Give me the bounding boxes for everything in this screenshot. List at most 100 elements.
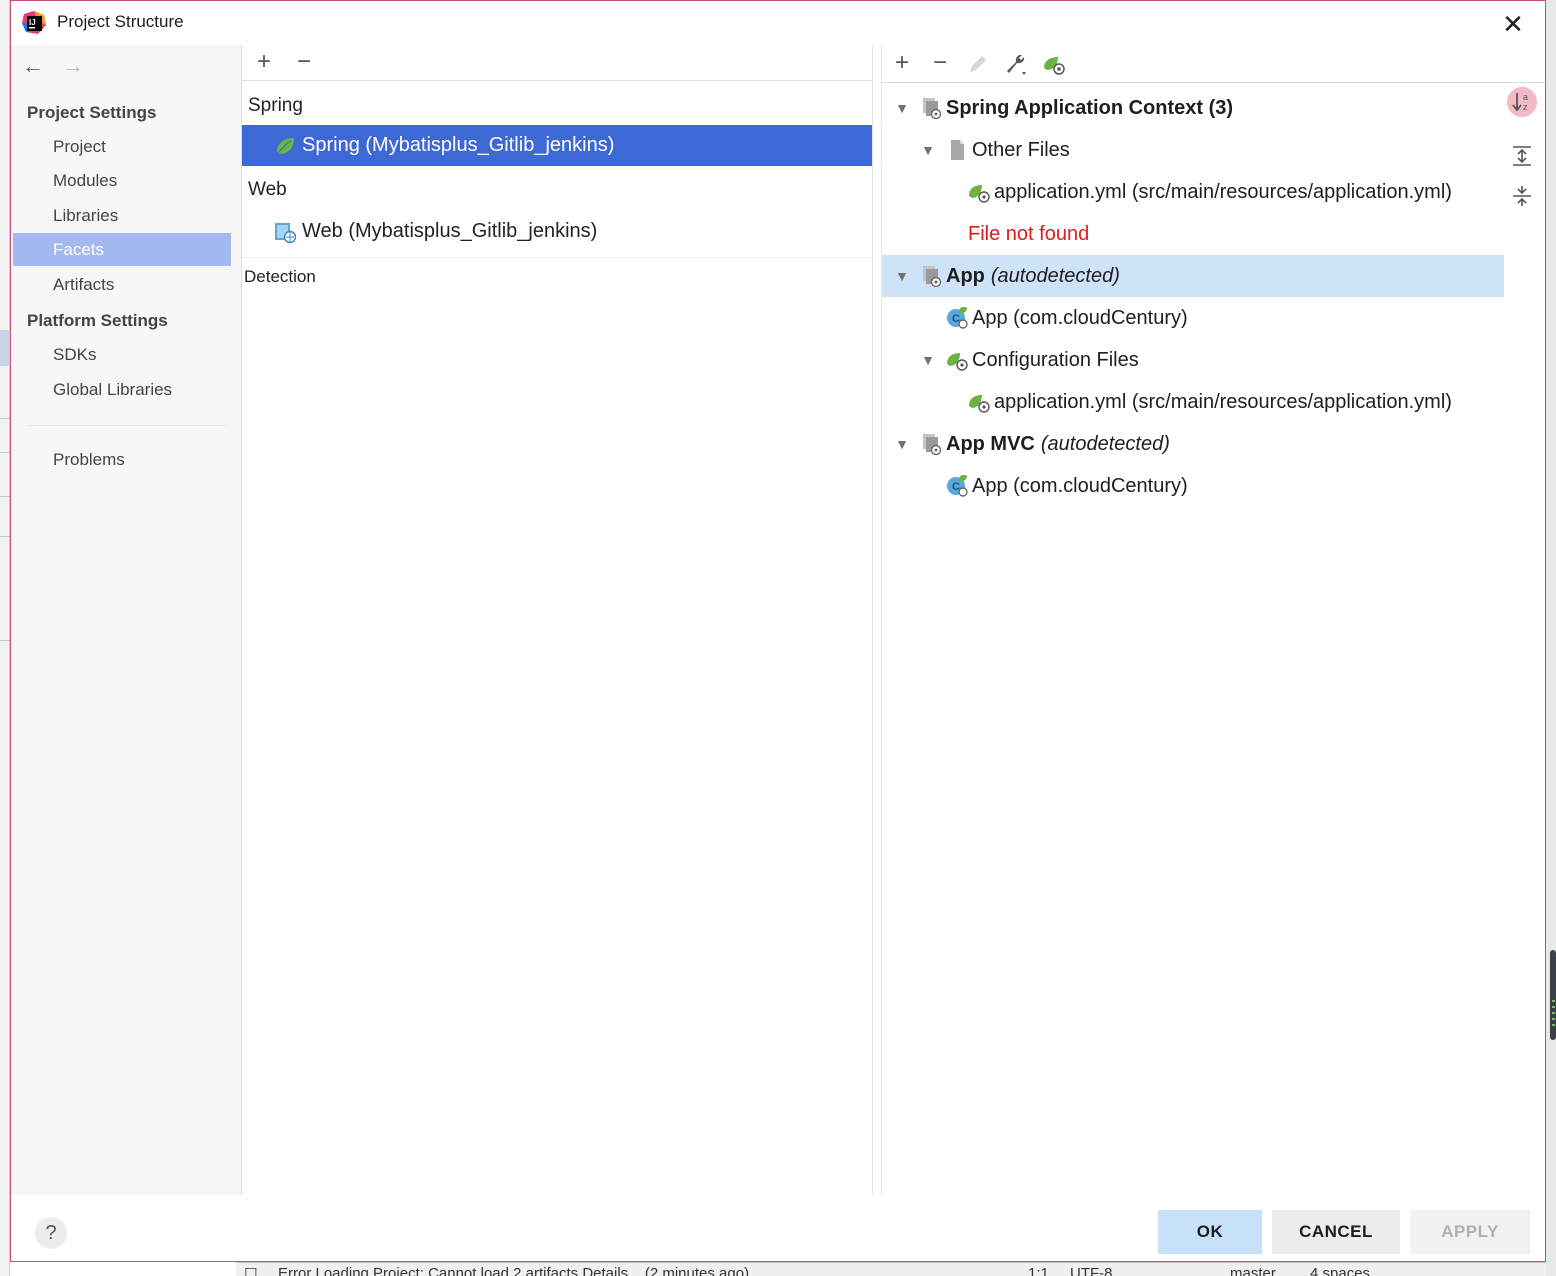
- context-tree-label: application.yml (src/main/resources/appl…: [994, 180, 1452, 203]
- platform-settings-heading: Platform Settings: [27, 311, 168, 330]
- background-scroll-edge: [1546, 0, 1556, 1276]
- context-tree-label: Other Files: [972, 138, 1070, 161]
- background-scroll-thumb: [1550, 950, 1556, 1040]
- detection-divider: [242, 257, 872, 258]
- nav-item-artifacts[interactable]: Artifacts: [13, 268, 231, 301]
- status-encoding[interactable]: UTF-8: [1070, 1265, 1113, 1276]
- nav-history-arrows: ← →: [21, 53, 85, 83]
- cancel-button[interactable]: CANCEL: [1272, 1210, 1400, 1254]
- edit-pencil-icon[interactable]: [966, 52, 990, 76]
- panel-splitter[interactable]: [872, 45, 882, 1195]
- autodetected-suffix: (autodetected): [1040, 432, 1170, 455]
- status-message[interactable]: Error Loading Project: Cannot load 2 art…: [278, 1265, 749, 1276]
- nav-item-facets[interactable]: Facets: [13, 233, 231, 266]
- context-tree-node[interactable]: application.yml (src/main/resources/appl…: [882, 171, 1504, 213]
- context-tree-label: application.yml (src/main/resources/appl…: [994, 390, 1452, 413]
- apply-button[interactable]: APPLY: [1410, 1210, 1530, 1254]
- context-tree-label: App (com.cloudCentury): [972, 306, 1188, 329]
- dialog-title: Project Structure: [57, 12, 184, 31]
- settings-navigation: ← → Project Settings Project Modules Lib…: [11, 45, 241, 1195]
- ide-status-bar: ☐ Error Loading Project: Cannot load 2 a…: [236, 1262, 1546, 1276]
- background-line: [0, 452, 10, 453]
- sort-alphabetically-icon[interactable]: a z: [1507, 87, 1537, 117]
- spring-config-icon: [969, 185, 990, 203]
- context-tree-node[interactable]: ▼ App MVC (autodetected): [882, 423, 1504, 465]
- context-icon: [923, 266, 942, 287]
- context-tree-label: App MVC: [946, 432, 1035, 455]
- spring-config-icon: [947, 353, 968, 371]
- context-tree-node[interactable]: File not found: [882, 213, 1504, 255]
- close-button[interactable]: ✕: [1499, 10, 1527, 38]
- back-arrow-icon[interactable]: ←: [21, 53, 45, 83]
- facets-toolbar: + −: [242, 45, 872, 81]
- context-tree-node[interactable]: C App (com.cloudCentury): [882, 297, 1504, 339]
- context-tree-label: App (com.cloudCentury): [972, 474, 1188, 497]
- background-line: [0, 418, 10, 419]
- wrench-dropdown-icon[interactable]: [1004, 52, 1028, 76]
- context-tree-node[interactable]: C App (com.cloudCentury): [882, 465, 1504, 507]
- nav-item-problems[interactable]: Problems: [13, 443, 231, 476]
- background-line: [0, 640, 10, 641]
- nav-item-project[interactable]: Project: [13, 130, 231, 163]
- context-tree-node[interactable]: ▼ Spring Application Context (3): [882, 87, 1504, 129]
- nav-item-global-libraries[interactable]: Global Libraries: [13, 373, 231, 406]
- expand-toggle-icon[interactable]: ▼: [920, 142, 936, 158]
- context-icon: [923, 434, 942, 455]
- facet-web-item[interactable]: Web (Mybatisplus_Gitlib_jenkins): [242, 211, 872, 252]
- nav-item-modules[interactable]: Modules: [13, 164, 231, 197]
- autodetected-suffix: (autodetected): [990, 264, 1120, 287]
- remove-context-button[interactable]: −: [928, 50, 952, 76]
- spring-config-icon: [969, 395, 990, 413]
- background-line: [0, 496, 10, 497]
- expand-all-icon[interactable]: [1507, 141, 1537, 171]
- ok-button[interactable]: OK: [1158, 1210, 1262, 1254]
- status-branch[interactable]: master: [1230, 1265, 1276, 1276]
- spring-leaf-icon: [277, 137, 294, 154]
- intellij-logo-icon: IJ: [22, 11, 46, 34]
- background-band: [0, 330, 10, 366]
- collapse-all-icon[interactable]: [1507, 181, 1537, 211]
- spring-class-icon: C: [947, 307, 968, 329]
- expand-toggle-icon[interactable]: ▼: [920, 352, 936, 368]
- expand-toggle-icon[interactable]: ▼: [894, 100, 910, 116]
- svg-text:z: z: [1523, 102, 1528, 112]
- expand-toggle-icon[interactable]: ▼: [894, 268, 910, 284]
- web-facet-icon: [275, 222, 296, 243]
- spring-context-panel: + − ▼ Spring Application Context (3) ▼ Othe…: [882, 45, 1545, 1195]
- forward-arrow-icon[interactable]: →: [61, 53, 85, 83]
- dialog-title-bar: IJ Project Structure ✕: [11, 1, 1545, 45]
- facet-spring-label: Spring (Mybatisplus_Gitlib_jenkins): [302, 134, 615, 156]
- context-tree-label: Spring Application Context (3): [946, 96, 1234, 119]
- detection-label[interactable]: Detection: [244, 267, 316, 287]
- spring-class-icon: C: [947, 475, 968, 497]
- status-indent[interactable]: 4 spaces: [1310, 1265, 1370, 1276]
- context-tree-node[interactable]: ▼ Configuration Files: [882, 339, 1504, 381]
- context-tree-node[interactable]: application.yml (src/main/resources/appl…: [882, 381, 1504, 423]
- context-tree-node[interactable]: ▼ Other Files: [882, 129, 1504, 171]
- svg-text:IJ: IJ: [29, 18, 36, 27]
- facets-list-panel: + − Spring Spring (Mybatisplus_Gitlib_je…: [242, 45, 872, 1195]
- status-position[interactable]: 1:1: [1028, 1265, 1049, 1276]
- context-toolbar: + −: [882, 45, 1545, 83]
- background-ide-edge: [0, 0, 10, 1276]
- background-line: [0, 536, 10, 537]
- svg-text:a: a: [1523, 92, 1528, 102]
- facet-group-web: Web: [248, 179, 287, 200]
- remove-facet-button[interactable]: −: [292, 49, 316, 75]
- nav-item-libraries[interactable]: Libraries: [13, 199, 231, 232]
- facet-group-spring: Spring: [248, 95, 303, 116]
- context-tree-label: Configuration Files: [972, 348, 1139, 371]
- nav-item-sdks[interactable]: SDKs: [13, 338, 231, 371]
- project-structure-dialog: IJ Project Structure ✕ ← → Project Setti…: [10, 0, 1546, 1262]
- facet-spring-item[interactable]: Spring (Mybatisplus_Gitlib_jenkins): [242, 125, 872, 166]
- context-tree-node[interactable]: ▼ App (autodetected): [882, 255, 1504, 297]
- expand-toggle-icon[interactable]: ▼: [894, 436, 910, 452]
- context-tree-label: App: [946, 264, 985, 287]
- spring-config-icon[interactable]: [1042, 52, 1066, 76]
- add-context-button[interactable]: +: [890, 50, 914, 76]
- nav-divider: [27, 425, 227, 426]
- project-settings-heading: Project Settings: [27, 103, 157, 122]
- help-button[interactable]: ?: [35, 1217, 67, 1249]
- add-facet-button[interactable]: +: [252, 49, 276, 75]
- facet-web-label: Web (Mybatisplus_Gitlib_jenkins): [302, 220, 598, 242]
